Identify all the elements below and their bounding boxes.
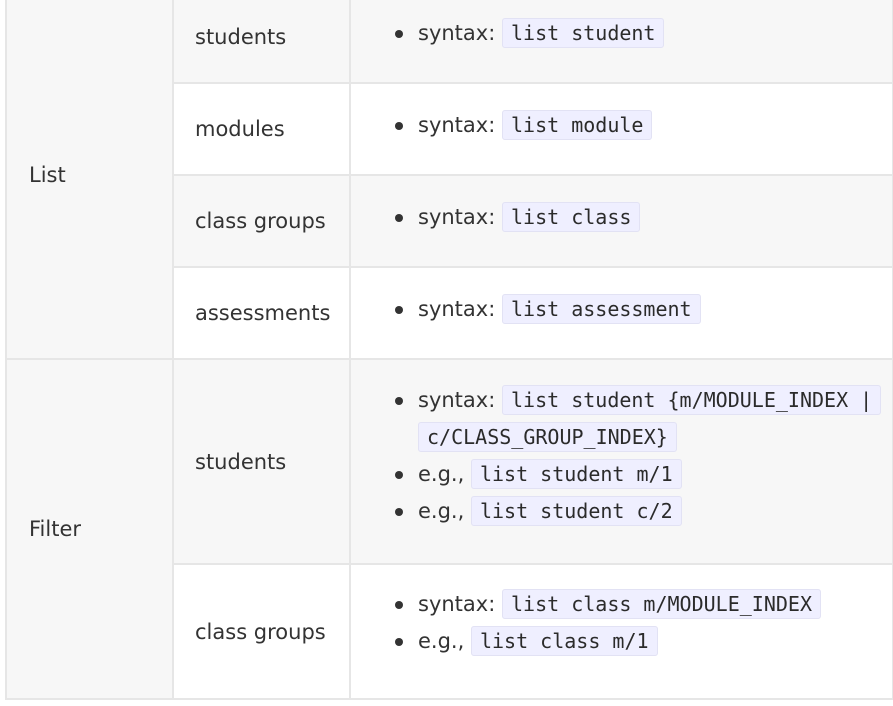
- command-table-container: List students syntax: list student modul…: [0, 0, 893, 700]
- list-item: e.g., list student c/2: [351, 493, 892, 530]
- list-item: syntax: list class m/MODULE_INDEX: [351, 586, 892, 623]
- description-cell: syntax: list class m/MODULE_INDEX e.g., …: [349, 563, 893, 700]
- description-cell: syntax: list class: [349, 174, 893, 268]
- table-row: List students syntax: list student: [5, 0, 893, 360]
- syntax-list: syntax: list student {m/MODULE_INDEX | c…: [351, 360, 892, 530]
- line-prefix: syntax:: [418, 297, 496, 321]
- item-label: assessments: [195, 301, 331, 325]
- code-snippet: list assessment: [501, 294, 701, 324]
- list-item: e.g., list student m/1: [351, 456, 892, 493]
- description-cell: syntax: list module: [349, 82, 893, 176]
- code-snippet: list student m/1: [470, 459, 682, 489]
- command-table: List students syntax: list student modul…: [5, 0, 893, 700]
- item-cell: assessments: [172, 266, 351, 360]
- code-snippet: list module: [501, 110, 653, 140]
- category-cell-filter: Filter: [5, 358, 174, 700]
- item-cell: modules: [172, 82, 351, 176]
- bullet-icon: [395, 30, 403, 38]
- bullet-icon: [395, 214, 403, 222]
- list-item: syntax: list module: [351, 107, 892, 144]
- table-row: Filter students syntax: list student {m/…: [5, 358, 893, 700]
- bullet-icon: [395, 306, 403, 314]
- line-prefix: e.g.,: [418, 499, 465, 523]
- syntax-list: syntax: list module: [351, 84, 892, 144]
- item-label: students: [195, 25, 287, 49]
- code-snippet: list class m/MODULE_INDEX: [501, 589, 822, 619]
- line-prefix: syntax:: [418, 592, 496, 616]
- description-cell: syntax: list student {m/MODULE_INDEX | c…: [349, 358, 893, 565]
- category-cell-list: List: [5, 0, 174, 360]
- code-snippet: list class m/1: [470, 626, 658, 656]
- item-cell: students: [172, 0, 351, 84]
- syntax-list: syntax: list class m/MODULE_INDEX e.g., …: [351, 565, 892, 660]
- line-prefix: syntax:: [418, 388, 496, 412]
- code-snippet: list student: [501, 18, 665, 48]
- bullet-icon: [395, 601, 403, 609]
- category-label: Filter: [29, 517, 82, 541]
- code-snippet: list student c/2: [470, 496, 682, 526]
- bullet-icon: [395, 122, 403, 130]
- line-prefix: syntax:: [418, 21, 496, 45]
- item-label: students: [195, 449, 287, 474]
- bullet-icon: [395, 471, 403, 479]
- item-cell: class groups: [172, 174, 351, 268]
- list-item: syntax: list class: [351, 199, 892, 236]
- item-label: modules: [195, 117, 285, 141]
- line-prefix: syntax:: [418, 113, 496, 137]
- item-cell: class groups: [172, 563, 351, 700]
- list-item: syntax: list assessment: [351, 291, 892, 328]
- description-cell: syntax: list assessment: [349, 266, 893, 360]
- line-prefix: e.g.,: [418, 462, 465, 486]
- item-label: class groups: [195, 209, 326, 233]
- item-cell: students: [172, 358, 351, 565]
- list-item: e.g., list class m/1: [351, 623, 892, 660]
- line-prefix: e.g.,: [418, 629, 465, 653]
- item-label: class groups: [195, 619, 326, 644]
- description-cell: syntax: list student: [349, 0, 893, 84]
- syntax-list: syntax: list student: [351, 0, 892, 52]
- line-prefix: syntax:: [418, 205, 496, 229]
- bullet-icon: [395, 508, 403, 516]
- bullet-icon: [395, 397, 403, 405]
- list-item: syntax: list student: [351, 15, 892, 52]
- category-label: List: [29, 163, 66, 187]
- syntax-list: syntax: list assessment: [351, 268, 892, 328]
- syntax-list: syntax: list class: [351, 176, 892, 236]
- code-snippet: list class: [501, 202, 641, 232]
- bullet-icon: [395, 638, 403, 646]
- list-item: syntax: list student {m/MODULE_INDEX | c…: [351, 382, 892, 456]
